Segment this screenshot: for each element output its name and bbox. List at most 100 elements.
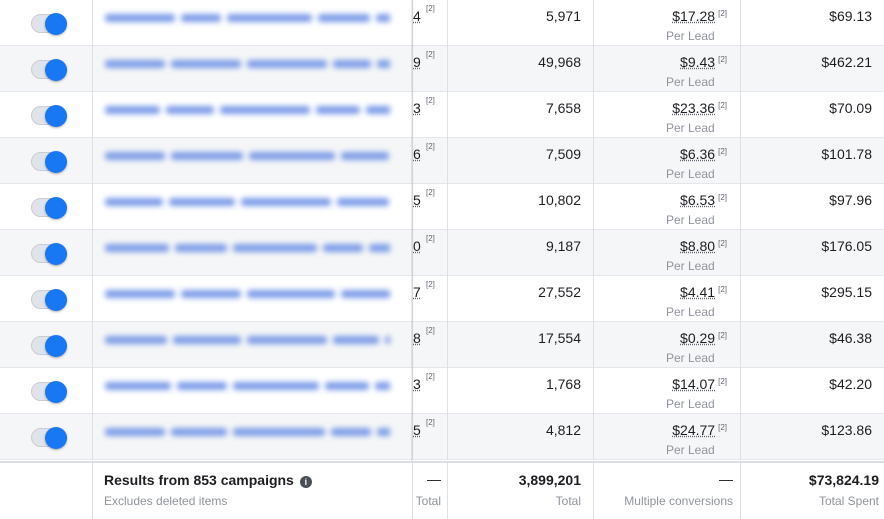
results-value[interactable]: 3 bbox=[413, 100, 421, 116]
table-row[interactable]: 5 [2] 4,812 $24.77 [2] Per Lead $123.86 bbox=[0, 414, 884, 460]
cost-per-result-value[interactable]: $24.77 [2] bbox=[672, 422, 727, 438]
amount-spent-value: $97.96 bbox=[829, 192, 872, 208]
cost-amount[interactable]: $0.29 bbox=[680, 330, 715, 346]
reach-value: 7,509 bbox=[545, 146, 581, 162]
table-row[interactable]: 7 [2] 27,552 $4.41 [2] Per Lead $295.15 bbox=[0, 276, 884, 322]
results-value[interactable]: 5 bbox=[413, 192, 421, 208]
amount-spent-value: $46.38 bbox=[829, 330, 872, 346]
campaign-name-cell[interactable] bbox=[93, 368, 411, 414]
toggle-knob bbox=[45, 59, 67, 81]
cost-per-result-value[interactable]: $4.41 [2] bbox=[680, 284, 727, 300]
results-value[interactable]: 4 bbox=[413, 8, 421, 24]
table-row[interactable]: 0 [2] 9,187 $8.80 [2] Per Lead $176.05 bbox=[0, 230, 884, 276]
campaign-status-toggle[interactable] bbox=[31, 381, 67, 403]
campaign-status-toggle[interactable] bbox=[31, 13, 67, 35]
table-row[interactable]: 6 [2] 7,509 $6.36 [2] Per Lead $101.78 bbox=[0, 138, 884, 184]
campaign-name-redacted[interactable] bbox=[105, 193, 390, 207]
cost-amount[interactable]: $14.07 bbox=[672, 376, 715, 392]
reach-value: 1,768 bbox=[545, 376, 581, 392]
results-value[interactable]: 9 bbox=[413, 54, 421, 70]
cost-amount[interactable]: $4.41 bbox=[680, 284, 715, 300]
reach-value: 17,554 bbox=[538, 330, 581, 346]
campaign-status-toggle[interactable] bbox=[31, 427, 67, 449]
column-divider bbox=[593, 0, 594, 460]
campaign-name-redacted[interactable] bbox=[105, 55, 390, 69]
cost-amount[interactable]: $23.36 bbox=[672, 100, 715, 116]
cost-per-result-value[interactable]: $14.07 [2] bbox=[672, 376, 727, 392]
cost-amount[interactable]: $6.36 bbox=[680, 146, 715, 162]
cost-per-result-value[interactable]: $0.29 [2] bbox=[680, 330, 727, 346]
table-row[interactable]: 3 [2] 1,768 $14.07 [2] Per Lead $42.20 bbox=[0, 368, 884, 414]
table-row[interactable]: 3 [2] 7,658 $23.36 [2] Per Lead $70.09 bbox=[0, 92, 884, 138]
results-value[interactable]: 7 bbox=[413, 284, 421, 300]
amount-spent-cell: $101.78 bbox=[741, 138, 884, 184]
campaign-status-toggle[interactable] bbox=[31, 243, 67, 265]
campaign-name-redacted[interactable] bbox=[105, 9, 390, 23]
results-value[interactable]: 5 bbox=[413, 422, 421, 438]
footnote-marker: [2] bbox=[426, 50, 435, 59]
cost-per-result-cell: $17.28 [2] Per Lead bbox=[594, 0, 740, 46]
campaign-name-redacted[interactable] bbox=[105, 331, 390, 345]
info-icon[interactable]: i bbox=[299, 476, 312, 488]
reach-cell: 1,768 bbox=[448, 368, 593, 414]
cost-per-result-value[interactable]: $17.28 [2] bbox=[672, 8, 727, 24]
campaign-name-redacted[interactable] bbox=[105, 101, 390, 115]
cost-per-result-value[interactable]: $23.36 [2] bbox=[672, 100, 727, 116]
campaign-status-toggle[interactable] bbox=[31, 289, 67, 311]
table-row[interactable]: 9 [2] 49,968 $9.43 [2] Per Lead $462.21 bbox=[0, 46, 884, 92]
campaign-name-cell[interactable] bbox=[93, 138, 411, 184]
amount-spent-value: $69.13 bbox=[829, 8, 872, 24]
reach-cell: 27,552 bbox=[448, 276, 593, 322]
cost-amount[interactable]: $24.77 bbox=[672, 422, 715, 438]
cost-per-result-label: Per Lead bbox=[666, 397, 715, 411]
campaign-name-cell[interactable] bbox=[93, 92, 411, 138]
footnote-marker: [2] bbox=[426, 372, 435, 381]
campaign-name-redacted[interactable] bbox=[105, 285, 390, 299]
campaign-name-cell[interactable] bbox=[93, 322, 411, 368]
cost-per-result-value[interactable]: $9.43 [2] bbox=[680, 54, 727, 70]
footnote-marker: [2] bbox=[718, 147, 727, 156]
footnote-marker: [2] bbox=[426, 326, 435, 335]
campaign-name-cell[interactable] bbox=[93, 276, 411, 322]
campaign-status-toggle[interactable] bbox=[31, 59, 67, 81]
results-value[interactable]: 3 bbox=[413, 376, 421, 392]
toggle-knob bbox=[45, 335, 67, 357]
cost-amount[interactable]: $6.53 bbox=[680, 192, 715, 208]
campaign-status-toggle[interactable] bbox=[31, 151, 67, 173]
results-value[interactable]: 8 bbox=[413, 330, 421, 346]
cost-per-result-value[interactable]: $6.36 [2] bbox=[680, 146, 727, 162]
cost-amount[interactable]: $8.80 bbox=[680, 238, 715, 254]
footnote-marker: [2] bbox=[718, 193, 727, 202]
toggle-knob bbox=[45, 151, 67, 173]
campaign-toggle-cell bbox=[0, 46, 92, 92]
campaign-status-toggle[interactable] bbox=[31, 197, 67, 219]
results-value[interactable]: 6 bbox=[413, 146, 421, 162]
campaign-name-cell[interactable] bbox=[93, 0, 411, 46]
campaign-name-cell[interactable] bbox=[93, 184, 411, 230]
results-value[interactable]: 0 bbox=[413, 238, 421, 254]
results-cell: 9 [2] bbox=[413, 46, 447, 92]
campaign-name-redacted[interactable] bbox=[105, 239, 390, 253]
footnote-marker: [2] bbox=[718, 55, 727, 64]
amount-spent-cell: $70.09 bbox=[741, 92, 884, 138]
table-row[interactable]: 4 [2] 5,971 $17.28 [2] Per Lead $69.13 bbox=[0, 0, 884, 46]
campaign-name-redacted[interactable] bbox=[105, 423, 390, 437]
cost-amount[interactable]: $17.28 bbox=[672, 8, 715, 24]
campaign-status-toggle[interactable] bbox=[31, 335, 67, 357]
cost-per-result-value[interactable]: $8.80 [2] bbox=[680, 238, 727, 254]
summary-reach-value: 3,899,201 bbox=[518, 472, 581, 488]
campaign-toggle-cell bbox=[0, 276, 92, 322]
campaign-name-cell[interactable] bbox=[93, 230, 411, 276]
campaign-name-cell[interactable] bbox=[93, 414, 411, 460]
campaign-name-cell[interactable] bbox=[93, 46, 411, 92]
campaign-name-redacted[interactable] bbox=[105, 377, 390, 391]
cost-amount[interactable]: $9.43 bbox=[680, 54, 715, 70]
reach-value: 27,552 bbox=[538, 284, 581, 300]
table-row[interactable]: 5 [2] 10,802 $6.53 [2] Per Lead $97.96 bbox=[0, 184, 884, 230]
campaign-name-redacted[interactable] bbox=[105, 147, 390, 161]
row-divider bbox=[0, 459, 884, 460]
campaign-status-toggle[interactable] bbox=[31, 105, 67, 127]
cost-per-result-value[interactable]: $6.53 [2] bbox=[680, 192, 727, 208]
table-row[interactable]: 8 [2] 17,554 $0.29 [2] Per Lead $46.38 bbox=[0, 322, 884, 368]
campaign-toggle-cell bbox=[0, 230, 92, 276]
